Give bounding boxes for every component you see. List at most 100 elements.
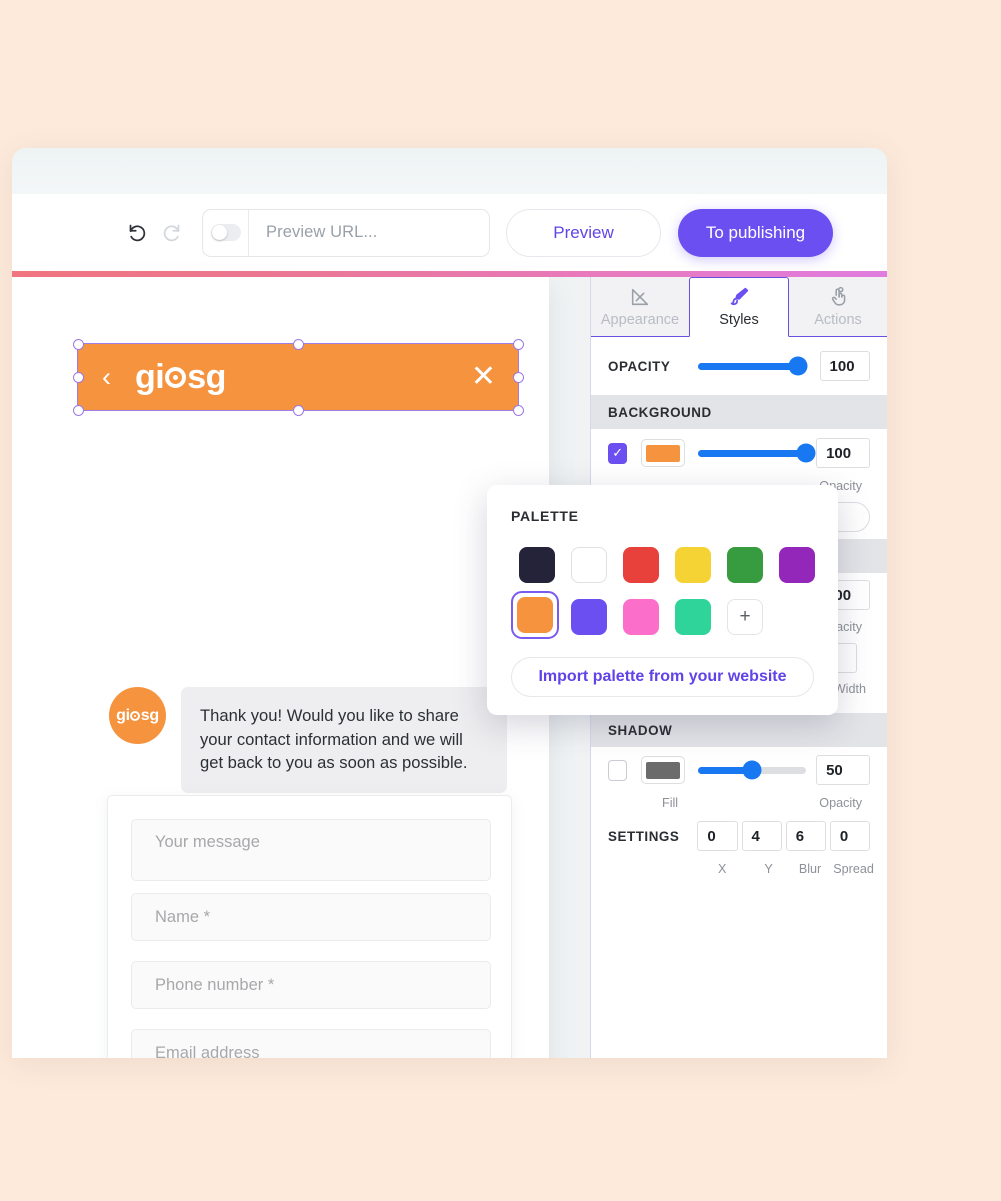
logo-text-b: sg bbox=[187, 357, 226, 396]
editor-toolbar: Preview URL... Preview To publishing bbox=[12, 194, 887, 271]
palette-swatch-cell bbox=[667, 539, 719, 591]
palette-swatch-cell bbox=[615, 539, 667, 591]
palette-swatch-cell bbox=[719, 539, 771, 591]
logo-dot-icon bbox=[165, 366, 187, 388]
palette-swatch-3[interactable] bbox=[623, 547, 659, 583]
tab-actions[interactable]: Actions bbox=[789, 277, 887, 337]
palette-swatch-6[interactable] bbox=[779, 547, 815, 583]
preview-button[interactable]: Preview bbox=[506, 208, 661, 257]
background-enabled-checkbox[interactable]: ✓ bbox=[608, 442, 628, 464]
background-fill-row: ✓ 100 bbox=[591, 429, 887, 477]
resize-handle-e[interactable] bbox=[513, 372, 524, 383]
tab-styles[interactable]: Styles bbox=[689, 277, 789, 337]
resize-handle-n[interactable] bbox=[293, 339, 304, 350]
preview-url-input[interactable]: Preview URL... bbox=[249, 210, 489, 256]
background-fill-swatch[interactable] bbox=[641, 439, 686, 467]
palette-swatch-5[interactable] bbox=[727, 547, 763, 583]
shadow-x-value[interactable]: 0 bbox=[697, 821, 738, 851]
resize-handle-se[interactable] bbox=[513, 405, 524, 416]
add-color-button[interactable]: + bbox=[727, 599, 763, 635]
giosg-logo: gi sg bbox=[135, 358, 226, 397]
widget-header-element[interactable]: ‹ gi sg ✕ bbox=[77, 343, 519, 411]
palette-swatch-7[interactable] bbox=[517, 597, 553, 633]
shadow-fill-swatch[interactable] bbox=[641, 756, 686, 784]
import-palette-button[interactable]: Import palette from your website bbox=[511, 657, 814, 697]
palette-swatch-cell bbox=[563, 539, 615, 591]
background-opacity-knob[interactable] bbox=[796, 443, 816, 463]
chat-bubble: Thank you! Would you like to share your … bbox=[181, 687, 507, 793]
shadow-x-caption: X bbox=[718, 862, 727, 876]
opacity-label: OPACITY bbox=[608, 358, 671, 374]
background-section-header: BACKGROUND bbox=[591, 395, 887, 429]
undo-icon[interactable] bbox=[120, 216, 154, 250]
shadow-y-value[interactable]: 4 bbox=[741, 821, 782, 851]
preview-toggle-cell bbox=[203, 209, 249, 256]
shadow-spread-value[interactable]: 0 bbox=[829, 821, 870, 851]
close-icon[interactable]: ✕ bbox=[471, 362, 496, 392]
shadow-opacity-knob[interactable] bbox=[742, 760, 762, 780]
avatar-text-b: sg bbox=[140, 706, 159, 724]
tab-appearance[interactable]: Appearance bbox=[591, 277, 689, 337]
palette-swatch-4[interactable] bbox=[675, 547, 711, 583]
email-input[interactable]: Email address bbox=[131, 1029, 491, 1058]
palette-title: PALETTE bbox=[511, 508, 579, 524]
resize-handle-nw[interactable] bbox=[73, 339, 84, 350]
preview-toggle[interactable] bbox=[210, 224, 241, 241]
message-input[interactable]: Your message bbox=[131, 819, 491, 881]
palette-swatch-1[interactable] bbox=[519, 547, 555, 583]
shadow-blur-caption: Blur bbox=[798, 862, 822, 876]
palette-swatch-8[interactable] bbox=[571, 599, 607, 635]
redo-icon[interactable] bbox=[154, 216, 188, 250]
palette-swatch-cell: + bbox=[719, 591, 771, 643]
panel-tabs: Appearance Styles Actions bbox=[591, 277, 887, 337]
palette-swatch-cell-selected bbox=[511, 591, 559, 639]
tab-appearance-label: Appearance bbox=[600, 312, 680, 328]
shadow-spread-caption: Spread bbox=[833, 862, 874, 876]
opacity-value[interactable]: 100 bbox=[819, 351, 870, 381]
resize-handle-w[interactable] bbox=[73, 372, 84, 383]
shadow-opacity-value[interactable]: 50 bbox=[816, 755, 870, 785]
palette-swatch-10[interactable] bbox=[675, 599, 711, 635]
window-title-strip bbox=[12, 148, 887, 194]
opacity-slider-fill bbox=[698, 362, 798, 370]
chevron-left-icon[interactable]: ‹ bbox=[102, 363, 111, 391]
background-opacity-slider[interactable] bbox=[698, 443, 816, 463]
contact-form-card: Your message Name * Phone number * Email… bbox=[107, 795, 512, 1058]
chat-message-row: gi sg Thank you! Would you like to share … bbox=[109, 687, 507, 793]
phone-input[interactable]: Phone number * bbox=[131, 961, 491, 1009]
shadow-enabled-checkbox[interactable] bbox=[608, 759, 628, 781]
background-opacity-fill bbox=[698, 449, 807, 457]
opacity-slider-knob[interactable] bbox=[788, 356, 808, 376]
resize-handle-ne[interactable] bbox=[513, 339, 524, 350]
shadow-settings-captions-row: X Y Blur Spread bbox=[591, 859, 887, 879]
resize-handle-s[interactable] bbox=[293, 405, 304, 416]
palette-popup: PALETTE + Import palette from your websi… bbox=[487, 485, 838, 715]
resize-handle-sw[interactable] bbox=[73, 405, 84, 416]
name-input[interactable]: Name * bbox=[131, 893, 491, 941]
palette-swatch-9[interactable] bbox=[623, 599, 659, 635]
shadow-settings-label: SETTINGS bbox=[608, 828, 680, 844]
ruler-pencil-icon bbox=[629, 286, 651, 308]
screenshot-root: Preview URL... Preview To publishing gi s… bbox=[0, 0, 1001, 1201]
opacity-slider[interactable] bbox=[698, 356, 808, 376]
shadow-blur-value[interactable]: 6 bbox=[785, 821, 826, 851]
logo-dot-icon bbox=[130, 710, 141, 721]
palette-swatch-cell bbox=[615, 591, 667, 643]
avatar: gi sg bbox=[109, 687, 166, 744]
palette-swatch-cell bbox=[771, 539, 823, 591]
to-publishing-button[interactable]: To publishing bbox=[678, 208, 833, 257]
shadow-opacity-slider[interactable] bbox=[698, 760, 807, 780]
palette-swatch-cell bbox=[667, 591, 719, 643]
shadow-settings-row: SETTINGS 0 4 6 0 bbox=[591, 813, 887, 859]
shadow-fill-row: 50 bbox=[591, 747, 887, 793]
background-opacity-value[interactable]: 100 bbox=[816, 438, 870, 468]
palette-swatch-cell bbox=[563, 591, 615, 643]
tab-styles-label: Styles bbox=[719, 312, 759, 328]
shadow-section-header: SHADOW bbox=[591, 713, 887, 747]
shadow-fill-caption: Fill bbox=[662, 796, 679, 810]
avatar-text-a: gi bbox=[116, 706, 130, 724]
click-hand-icon bbox=[827, 286, 849, 308]
palette-swatch-2[interactable] bbox=[571, 547, 607, 583]
paintbrush-icon bbox=[728, 286, 750, 308]
shadow-opacity-caption: Opacity bbox=[819, 796, 862, 810]
